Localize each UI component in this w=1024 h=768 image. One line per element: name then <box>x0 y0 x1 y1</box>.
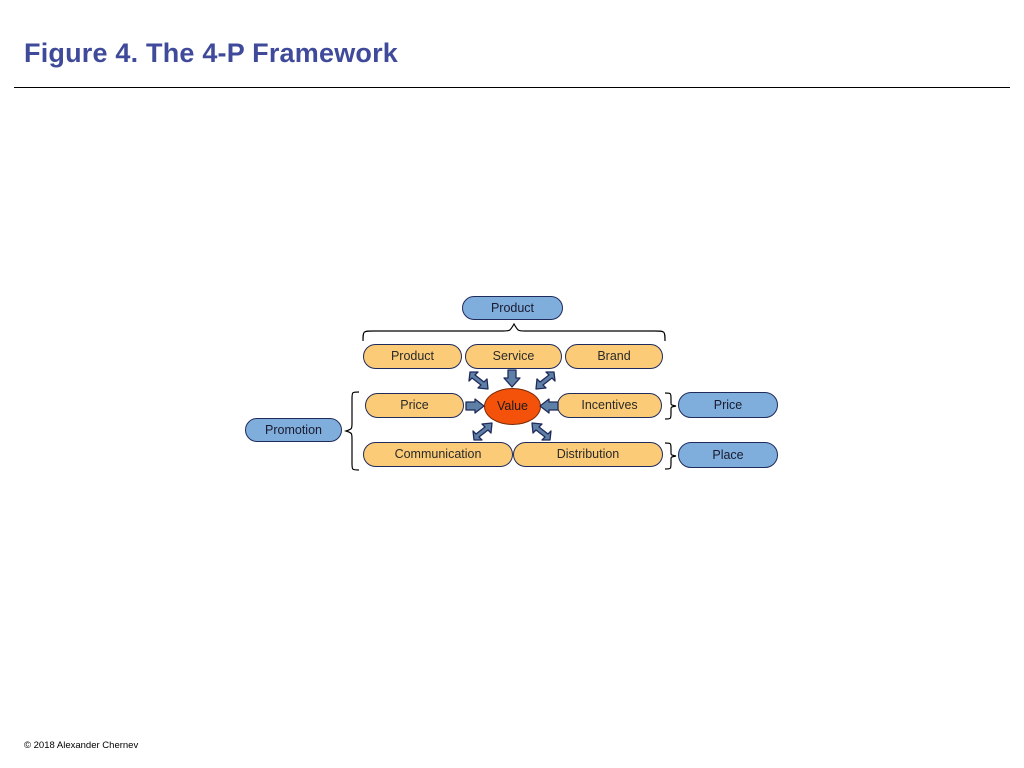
arrow-from-incentives-icon <box>539 398 559 414</box>
center-node-value: Value <box>484 388 541 425</box>
4-p-framework-diagram: Product Product Service Brand Price Valu… <box>0 0 1024 768</box>
cell-price: Price <box>365 393 464 418</box>
arrow-from-distribution-icon <box>531 422 552 441</box>
cell-communication: Communication <box>363 442 513 467</box>
diagram-left-label-promotion: Promotion <box>245 418 342 442</box>
arrow-from-product-icon <box>468 371 489 390</box>
brace-right-price <box>664 392 677 420</box>
brace-top-product <box>362 322 666 342</box>
diagram-right-label-place: Place <box>678 442 778 468</box>
cell-service: Service <box>465 344 562 369</box>
brace-right-place <box>664 442 677 470</box>
diagram-top-label-product: Product <box>462 296 563 320</box>
arrow-from-service-icon <box>503 369 521 388</box>
arrow-from-price-icon <box>465 398 485 414</box>
cell-distribution: Distribution <box>513 442 663 467</box>
arrow-from-brand-icon <box>535 371 556 390</box>
cell-incentives: Incentives <box>557 393 662 418</box>
arrow-from-communication-icon <box>472 422 493 441</box>
cell-brand: Brand <box>565 344 663 369</box>
copyright-notice: © 2018 Alexander Chernev <box>24 740 139 751</box>
cell-product: Product <box>363 344 462 369</box>
brace-left-promotion <box>344 391 360 471</box>
diagram-right-label-price: Price <box>678 392 778 418</box>
